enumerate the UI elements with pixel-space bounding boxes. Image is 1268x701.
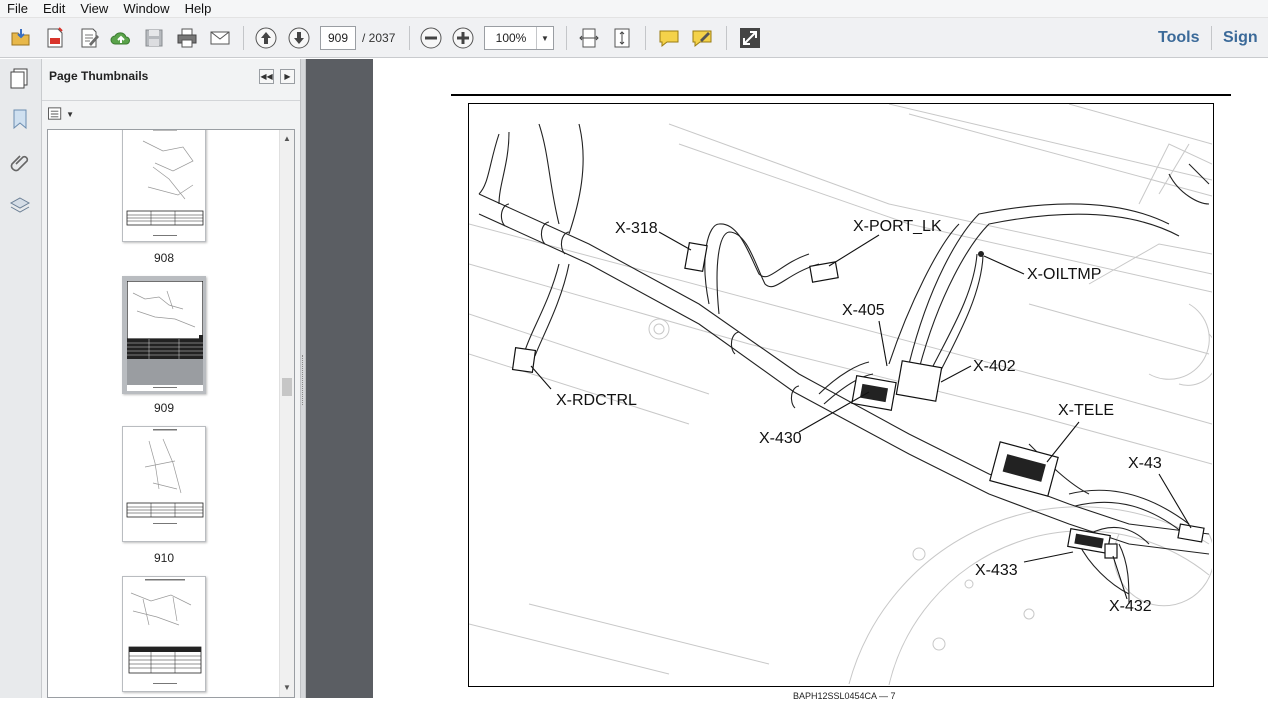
callout-x-318: X-318: [615, 220, 658, 237]
callout-x-oiltmp: X-OILTMP: [1027, 266, 1102, 283]
navigation-pane-rail: [0, 59, 42, 698]
thumbnail-page[interactable]: [122, 426, 206, 542]
attachments-paperclip-icon[interactable]: [7, 150, 33, 176]
thumbnail-page[interactable]: [122, 576, 206, 692]
callout-x-402: X-402: [973, 358, 1016, 375]
page-preview: [126, 280, 204, 391]
edit-pdf-icon[interactable]: [76, 25, 102, 51]
callout-x-430: X-430: [759, 430, 802, 447]
email-icon[interactable]: [207, 25, 233, 51]
previous-page-icon[interactable]: [253, 25, 279, 51]
page-thumbnails-icon[interactable]: [7, 65, 33, 91]
callout-x-433: X-433: [975, 562, 1018, 579]
zoom-in-icon[interactable]: [450, 25, 476, 51]
open-icon[interactable]: [8, 25, 34, 51]
fit-width-icon[interactable]: [576, 25, 602, 51]
thumbnail-label: 909: [153, 401, 175, 415]
create-pdf-icon[interactable]: [42, 25, 68, 51]
thumbnails-header: Page Thumbnails ◀◀ ▶: [42, 59, 300, 101]
thumbnail-page-selected[interactable]: [122, 276, 206, 394]
zoom-select[interactable]: 100% ▼: [484, 26, 554, 50]
menu-help[interactable]: Help: [178, 0, 220, 18]
menu-file[interactable]: File: [0, 0, 36, 18]
menu-edit[interactable]: Edit: [36, 0, 73, 18]
zoom-value: 100%: [495, 31, 527, 45]
expand-panel-icon[interactable]: ▶: [280, 69, 295, 84]
scroll-down-icon[interactable]: ▼: [280, 681, 294, 695]
chevron-down-icon: ▼: [66, 109, 74, 119]
next-page-icon[interactable]: [286, 25, 312, 51]
layers-icon[interactable]: [7, 193, 33, 219]
page-thumbnails-panel: Page Thumbnails ◀◀ ▶ ▼ 908 909 910 ▲ ▼: [42, 59, 300, 698]
callout-x-405: X-405: [842, 302, 885, 319]
highlight-pen-icon[interactable]: [689, 25, 715, 51]
tools-button[interactable]: Tools: [1158, 28, 1199, 48]
callout-x-43: X-43: [1128, 455, 1162, 472]
menu-view[interactable]: View: [73, 0, 116, 18]
header-rule: [451, 94, 1231, 96]
comment-icon[interactable]: [656, 25, 682, 51]
page-preview: [128, 579, 202, 684]
menu-bar: File Edit View Window Help: [0, 0, 1268, 18]
upload-cloud-icon[interactable]: [108, 25, 134, 51]
toolbar-separator: [243, 26, 244, 50]
thumbnail-label: 908: [153, 251, 175, 265]
collapse-panel-icon[interactable]: ◀◀: [259, 69, 274, 84]
toolbar: 909 / 2037 100% ▼ Tools Sign: [0, 18, 1268, 58]
callout-x-port-lk: X-PORT_LK: [853, 218, 942, 235]
zoom-out-icon[interactable]: [418, 25, 444, 51]
splitter-grip[interactable]: [302, 355, 304, 405]
callout-x-rdctrl: X-RDCTRL: [556, 392, 637, 409]
toolbar-separator: [566, 26, 567, 50]
callout-x-tele: X-TELE: [1058, 402, 1115, 419]
document-view[interactable]: X-318 X-PORT_LK X-OILTMP X-405 X-402 X-R…: [306, 59, 1268, 701]
page-preview: [126, 429, 204, 524]
bookmarks-icon[interactable]: [7, 106, 33, 132]
sign-button[interactable]: Sign: [1223, 28, 1258, 48]
document-page: X-318 X-PORT_LK X-OILTMP X-405 X-402 X-R…: [373, 59, 1268, 701]
figure-code: BAPH12SSL0454CA — 7: [793, 691, 896, 701]
toolbar-separator: [645, 26, 646, 50]
print-icon[interactable]: [174, 25, 200, 51]
wiring-harness-figure: X-318 X-PORT_LK X-OILTMP X-405 X-402 X-R…: [468, 103, 1214, 687]
page-number-input[interactable]: 909: [320, 26, 356, 50]
thumbnail-options-button[interactable]: ▼: [48, 106, 74, 122]
page-total-label: / 2037: [362, 31, 396, 45]
scrollbar-thumb[interactable]: [282, 378, 292, 396]
thumbnail-label: 910: [153, 551, 175, 565]
thumbnail-list[interactable]: 908 909 910 ▲ ▼: [47, 129, 295, 698]
toolbar-separator: [409, 26, 410, 50]
panel-title: Page Thumbnails: [49, 69, 149, 83]
scroll-up-icon[interactable]: ▲: [280, 132, 294, 146]
toolbar-separator: [726, 26, 727, 50]
fit-page-icon[interactable]: [609, 25, 635, 51]
page-preview: [126, 130, 204, 236]
options-list-icon: [48, 107, 62, 120]
chevron-down-icon[interactable]: ▼: [536, 27, 553, 49]
fullscreen-icon[interactable]: [737, 25, 763, 51]
thumbnail-scrollbar[interactable]: ▲ ▼: [279, 130, 294, 697]
toolbar-separator: [1211, 26, 1212, 50]
thumbnail-page[interactable]: [122, 130, 206, 242]
menu-window[interactable]: Window: [116, 0, 177, 18]
save-icon[interactable]: [141, 25, 167, 51]
callout-x-432: X-432: [1109, 598, 1152, 615]
